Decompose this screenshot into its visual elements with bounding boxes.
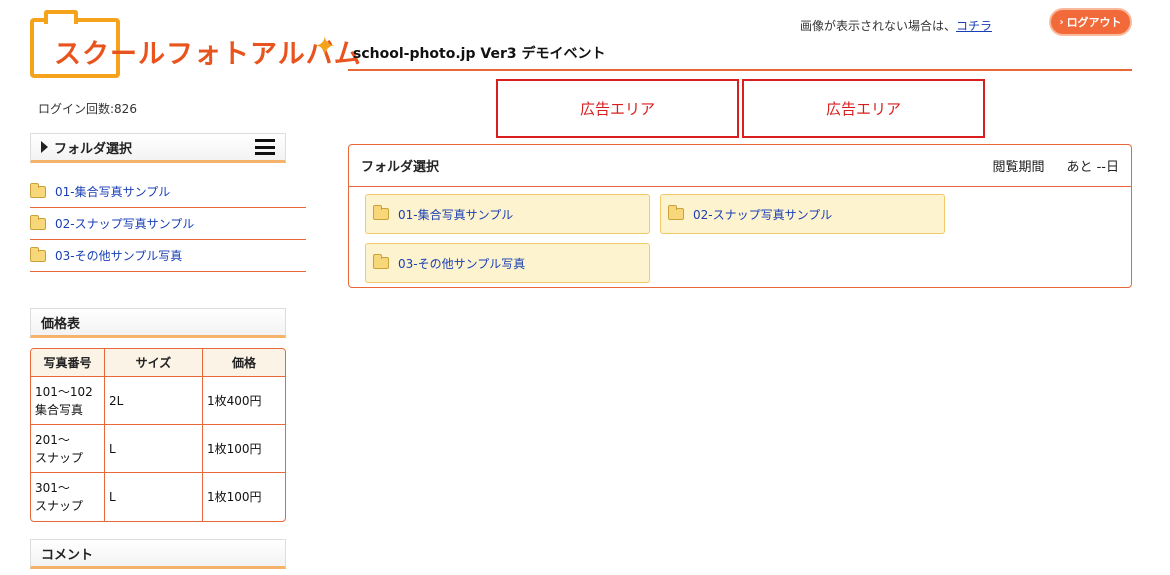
folder-card[interactable]: 02-スナップ写真サンプル <box>660 194 945 234</box>
folder-select-header: フォルダ選択 <box>30 133 286 163</box>
sidebar-folder-list: 01-集合写真サンプル 02-スナップ写真サンプル 03-その他サンプル写真 <box>30 176 306 272</box>
chevron-right-icon: › <box>1059 16 1064 28</box>
logout-label: ログアウト <box>1066 16 1122 29</box>
sparkle-icon: ✦ <box>314 32 336 62</box>
price-cell: 1枚100円 <box>207 490 262 504</box>
folder-card[interactable]: 01-集合写真サンプル <box>365 194 650 234</box>
folder-icon <box>30 182 46 198</box>
photo-number-cell: 301～ スナップ <box>31 473 105 521</box>
image-notice: 画像が表示されない場合は、コチラ <box>800 17 992 34</box>
ad-area[interactable]: 広告エリア <box>742 79 985 138</box>
period-label: 閲覧期間 <box>992 160 1045 175</box>
folder-card[interactable]: 03-その他サンプル写真 <box>365 243 650 283</box>
folder-card-label: 01-集合写真サンプル <box>398 207 514 222</box>
table-row: 201～ スナップ L 1枚100円 <box>31 425 285 473</box>
login-count: ログイン回数:826 <box>38 102 137 116</box>
folder-card-label: 02-スナップ写真サンプル <box>693 207 833 222</box>
table-row: 301～ スナップ L 1枚100円 <box>31 473 285 521</box>
folder-card-label: 03-その他サンプル写真 <box>398 256 526 271</box>
folder-select-panel: フォルダ選択 閲覧期間 あと --日 01-集合写真サンプル 02-スナップ写真サ… <box>348 144 1132 288</box>
notice-link[interactable]: コチラ <box>956 19 992 33</box>
folder-icon <box>668 205 684 220</box>
price-table: 写真番号 サイズ 価格 101～102 集合写真 2L 1枚400円 201～ スナ… <box>30 348 286 522</box>
column-header: 価格 <box>203 349 285 377</box>
folder-select-title: フォルダ選択 <box>54 141 133 157</box>
header-divider <box>348 69 1132 71</box>
folder-icon <box>373 254 389 269</box>
size-cell: 2L <box>105 377 203 425</box>
site-title: school-photo.jp Ver3 デモイベント <box>353 46 606 62</box>
ad-area[interactable]: 広告エリア <box>496 79 739 138</box>
sidebar-folder-label: 02-スナップ写真サンプル <box>55 217 195 231</box>
sidebar-folder-label: 03-その他サンプル写真 <box>55 249 183 263</box>
panel-header: フォルダ選択 閲覧期間 あと --日 <box>349 145 1131 187</box>
sidebar-folder-item[interactable]: 03-その他サンプル写真 <box>30 240 306 272</box>
size-cell: L <box>105 425 203 473</box>
period-value: あと --日 <box>1066 160 1119 175</box>
photo-number-cell: 201～ スナップ <box>31 425 105 473</box>
comment-header: コメント <box>30 539 286 569</box>
size-cell: L <box>105 473 203 521</box>
notice-text: 画像が表示されない場合は、 <box>800 19 957 33</box>
sidebar-folder-label: 01-集合写真サンプル <box>55 185 171 199</box>
price-cell: 1枚100円 <box>203 425 285 473</box>
folder-icon <box>30 246 46 262</box>
price-cell: 1枚400円 <box>203 377 285 425</box>
comment-title: コメント <box>41 547 94 563</box>
column-header: サイズ <box>105 349 203 377</box>
folder-icon <box>373 205 389 220</box>
logout-button[interactable]: › ログアウト <box>1049 8 1132 36</box>
site-logo[interactable]: スクールフォトアルバム ✦ <box>30 10 361 80</box>
sidebar-folder-item[interactable]: 02-スナップ写真サンプル <box>30 208 306 240</box>
photo-number-cell: 101～102 集合写真 <box>31 377 105 425</box>
triangle-right-icon <box>41 141 48 153</box>
table-row: 101～102 集合写真 2L 1枚400円 <box>31 377 285 425</box>
viewing-period: 閲覧期間 あと --日 <box>992 156 1119 175</box>
panel-title: フォルダ選択 <box>361 160 440 175</box>
price-table-title: 価格表 <box>41 316 81 332</box>
folder-icon <box>30 214 46 230</box>
column-header: 写真番号 <box>31 349 105 377</box>
sidebar-folder-item[interactable]: 01-集合写真サンプル <box>30 176 306 208</box>
hamburger-menu-icon[interactable] <box>255 139 275 155</box>
price-table-header: 価格表 <box>30 308 286 338</box>
